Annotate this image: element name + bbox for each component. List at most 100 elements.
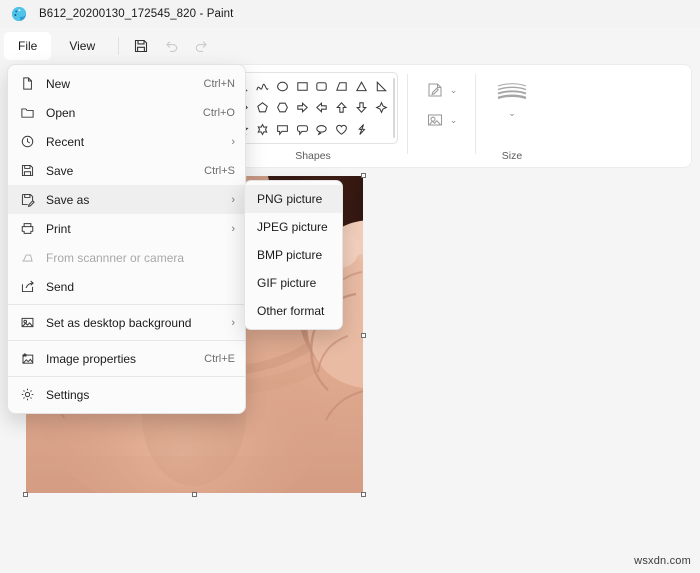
menu-item-image-properties[interactable]: Image properties Ctrl+E — [8, 344, 245, 373]
menu-item-recent[interactable]: Recent › — [8, 127, 245, 156]
shape-empty-cell — [371, 119, 391, 140]
chevron-right-icon: › — [231, 316, 235, 329]
menu-item-set-as-desktop-background[interactable]: Set as desktop background › — [8, 308, 245, 337]
tab-view[interactable]: View — [55, 32, 109, 60]
watermark: wsxdn.com — [634, 555, 691, 567]
ribbon-group-size: ⌄ Size — [475, 65, 549, 167]
submenu-item-other-format[interactable]: Other format — [245, 297, 342, 325]
menu-item-recent-label: Recent — [46, 134, 85, 149]
menu-separator — [8, 304, 245, 305]
menu-item-save[interactable]: Save Ctrl+S — [8, 156, 245, 185]
tab-file[interactable]: File — [4, 32, 52, 60]
resize-handle-bottom-left[interactable] — [23, 492, 28, 497]
shape-arrow-up-icon — [336, 102, 348, 114]
shape-hexagon-icon — [276, 103, 288, 113]
shape-triangle-icon — [355, 81, 367, 92]
resize-handle-top-right[interactable] — [361, 173, 366, 178]
fill-dropdown-button[interactable]: ⌄ — [425, 110, 457, 130]
save-icon — [135, 39, 148, 53]
menu-item-send[interactable]: Send — [8, 272, 245, 301]
fill-color-icon — [427, 114, 442, 126]
toolbar-divider — [118, 37, 120, 55]
outline-dropdown-button[interactable]: ⌄ — [425, 80, 457, 100]
save-button[interactable] — [126, 32, 156, 60]
gear-icon — [20, 387, 41, 402]
shape-triangle-button[interactable] — [352, 76, 372, 97]
shape-rounded-rectangle-button[interactable] — [312, 76, 332, 97]
menu-item-new[interactable]: New Ctrl+N — [8, 69, 245, 98]
shape-arrow-up-button[interactable] — [332, 97, 352, 118]
shape-oval-button[interactable] — [273, 76, 293, 97]
shape-callout-rectangle-icon — [276, 125, 288, 136]
submenu-item-bmp-picture[interactable]: BMP picture — [245, 241, 342, 269]
redo-icon — [195, 40, 207, 52]
shapes-grid — [228, 72, 398, 144]
shape-callout-oval-button[interactable] — [312, 119, 332, 140]
resize-handle-bottom-center[interactable] — [192, 492, 197, 497]
menu-separator — [8, 376, 245, 377]
ribbon-group-size-label: Size — [501, 150, 523, 162]
shape-pentagon-icon — [257, 102, 268, 113]
menu-item-settings[interactable]: Settings — [8, 380, 245, 409]
send-icon — [20, 279, 41, 294]
paint-window: B612_20200130_172545_820 - Paint File Vi… — [0, 0, 700, 573]
shape-heart-button[interactable] — [332, 119, 352, 140]
shape-hexagon-button[interactable] — [273, 97, 293, 118]
menu-item-open[interactable]: Open Ctrl+O — [8, 98, 245, 127]
menu-tab-strip: File View — [0, 28, 700, 64]
shape-rectangle-icon — [296, 82, 308, 91]
new-file-icon — [20, 76, 41, 91]
shape-arrow-down-button[interactable] — [352, 97, 372, 118]
shape-rectangle-button[interactable] — [292, 76, 312, 97]
shape-callout-oval-icon — [316, 124, 328, 136]
shape-four-point-star-button[interactable] — [371, 97, 391, 118]
shape-lightning-icon — [358, 123, 366, 135]
menu-item-from-scanner-or-camera-label: From scannner or camera — [46, 250, 185, 265]
submenu-item-jpeg-picture[interactable]: JPEG picture — [245, 213, 342, 241]
resize-handle-bottom-right[interactable] — [361, 492, 366, 497]
menu-item-open-label: Open — [46, 105, 76, 120]
shape-parallelogram-icon — [336, 82, 347, 91]
clock-icon — [20, 134, 41, 149]
shape-heart-icon — [336, 124, 348, 135]
shape-arrow-right-button[interactable] — [292, 97, 312, 118]
image-properties-icon — [20, 351, 41, 366]
menu-item-save-as-label: Save as — [46, 192, 90, 207]
shape-right-triangle-button[interactable] — [371, 76, 391, 97]
menu-item-print[interactable]: Print › — [8, 214, 245, 243]
ribbon-group-shapes-label: Shapes — [295, 150, 331, 162]
menu-item-from-scanner-or-camera[interactable]: From scannner or camera — [8, 243, 245, 272]
desktop-background-icon — [20, 315, 41, 330]
menu-item-save-as[interactable]: Save as › — [8, 185, 245, 214]
submenu-item-gif-picture[interactable]: GIF picture — [245, 269, 342, 297]
chevron-right-icon: › — [231, 193, 235, 206]
shapes-scrollbar[interactable] — [392, 78, 395, 138]
shape-six-point-star-icon — [257, 123, 268, 136]
printer-icon — [20, 221, 41, 236]
submenu-item-png-picture-label: PNG picture — [257, 192, 323, 206]
menu-item-new-label: New — [46, 76, 71, 91]
shape-arrow-left-button[interactable] — [312, 97, 332, 118]
submenu-item-gif-picture-label: GIF picture — [257, 276, 317, 290]
submenu-item-png-picture[interactable]: PNG picture — [245, 185, 342, 213]
shape-callout-rounded-button[interactable] — [292, 119, 312, 140]
size-dropdown-button[interactable]: ⌄ — [486, 80, 538, 118]
shape-callout-rounded-icon — [296, 125, 308, 136]
redo-button[interactable] — [186, 32, 216, 60]
save-icon — [20, 163, 41, 178]
shape-callout-rectangle-button[interactable] — [273, 119, 293, 140]
shape-curve-button[interactable] — [253, 76, 273, 97]
file-menu: New Ctrl+N Open Ctrl+O Recent › Save Ctr… — [7, 64, 246, 414]
ribbon-group-outline-fill: ⌄ ⌄ — [407, 65, 475, 167]
save-as-icon — [20, 192, 41, 207]
shape-parallelogram-button[interactable] — [332, 76, 352, 97]
shape-six-point-star-button[interactable] — [253, 119, 273, 140]
resize-handle-middle-right[interactable] — [361, 333, 366, 338]
shape-rounded-rectangle-icon — [316, 82, 328, 91]
shape-arrow-left-icon — [316, 102, 328, 114]
shape-pentagon-button[interactable] — [253, 97, 273, 118]
menu-item-open-accel: Ctrl+O — [202, 106, 235, 119]
undo-button[interactable] — [156, 32, 186, 60]
shape-lightning-button[interactable] — [352, 119, 372, 140]
menu-item-new-accel: Ctrl+N — [203, 77, 235, 90]
